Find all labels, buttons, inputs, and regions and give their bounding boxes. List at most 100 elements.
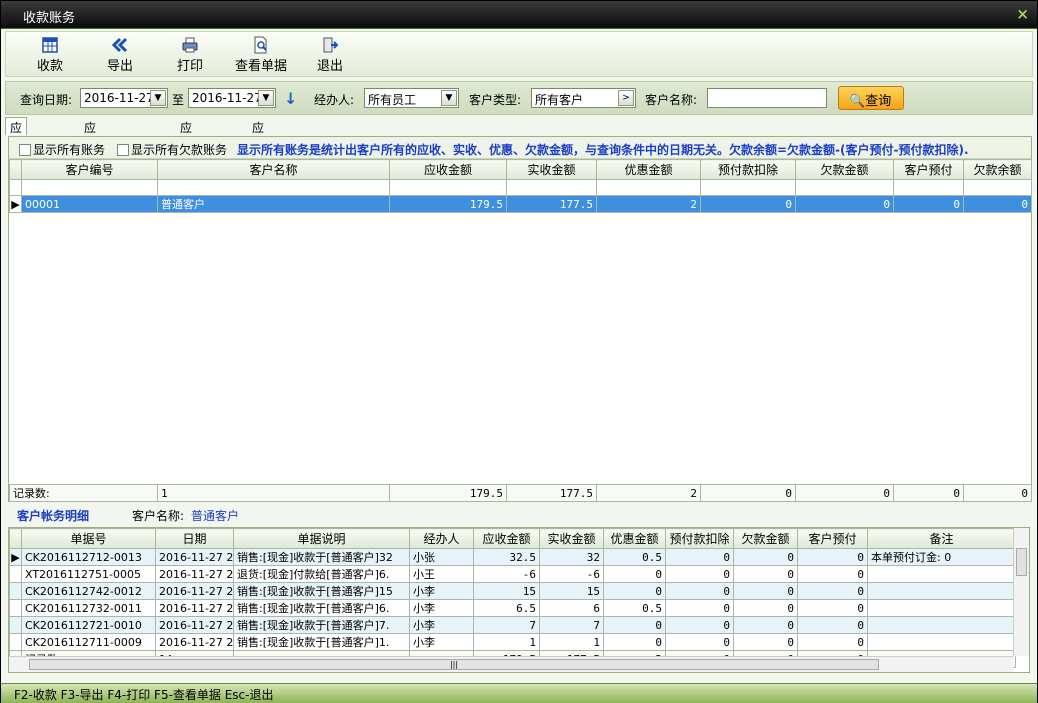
cell: 2016-11-27 20 [155, 599, 234, 617]
filter-cell[interactable] [596, 179, 701, 196]
detail-header: 客户帐务明细 客户名称: 普通客户 [8, 504, 1032, 526]
show-all-checkbox[interactable]: 显示所有账务 [19, 141, 105, 158]
col-header[interactable]: 应收金额 [389, 159, 507, 180]
cell: 179.5 [389, 195, 507, 213]
cell [867, 633, 1016, 651]
col-header[interactable]: 预付款扣除 [700, 159, 796, 180]
show-all-label: 显示所有账务 [33, 143, 106, 157]
table-row[interactable]: CK2016112732-0011 2016-11-27 20 销售:[现金]收款于… [9, 599, 1016, 617]
detail-header-row: 单据号 日期 单据说明 经办人 应收金额 实收金额 优惠金额 预付款扣除 欠款金… [9, 528, 1016, 549]
exit-button[interactable]: 退出 [297, 36, 363, 76]
scroll-thumb[interactable] [1016, 548, 1027, 576]
filter-cell[interactable] [21, 179, 158, 196]
tab-receivable-reconcile[interactable]: 应收款对账 [247, 117, 269, 203]
status-bar: F2-收款 F3-导出 F4-打印 F5-查看单据 Esc-退出 [1, 683, 1037, 703]
cell: 普通客户 [157, 195, 390, 213]
customer-name-input[interactable] [707, 88, 827, 108]
summary-header-row: 客户编号 客户名称 应收金额 实收金额 优惠金额 预付款扣除 欠款金额 客户预付… [9, 159, 1032, 180]
col-header[interactable]: 备注 [867, 528, 1016, 549]
query-button[interactable]: 🔍查询 [838, 86, 904, 110]
view-document-button[interactable]: 查看单据 [227, 36, 295, 76]
vertical-scrollbar[interactable] [1013, 528, 1029, 656]
cell: 15 [539, 582, 604, 600]
tab-receivable-detail-ledger[interactable]: 应收实收明细账 [79, 117, 101, 237]
chevron-down-icon[interactable]: ▼ [150, 90, 166, 106]
total-cell: 0 [893, 484, 964, 502]
table-row[interactable]: CK2016112721-0010 2016-11-27 20 销售:[现金]收款于… [9, 616, 1016, 634]
col-header[interactable]: 单据号 [21, 528, 156, 549]
row-indicator-header [9, 159, 22, 180]
filter-bar: 查询日期: 2016-11-27 ▼ 至 2016-11-27 ▼ ↓ 经办人:… [5, 81, 1033, 115]
horizontal-scrollbar[interactable]: ||| [9, 656, 1013, 672]
receive-button[interactable]: 收款 [17, 36, 83, 76]
cell: 0.5 [603, 599, 666, 617]
col-header[interactable]: 单据说明 [233, 528, 410, 549]
table-row[interactable]: XT2016112751-0005 2016-11-27 20 退货:[现金]付款给… [9, 565, 1016, 583]
total-cell: 0 [795, 484, 894, 502]
chevron-right-icon[interactable]: > [618, 90, 634, 106]
cell: 32.5 [473, 548, 540, 566]
date-to-picker[interactable]: 2016-11-27 ▼ [188, 88, 276, 108]
show-debt-checkbox[interactable]: 显示所有欠款账务 [117, 141, 227, 158]
filter-cell[interactable] [389, 179, 507, 196]
cell: 本单预付订金: 0 [867, 548, 1016, 566]
cell: 0 [797, 616, 868, 634]
col-header[interactable]: 实收金额 [506, 159, 597, 180]
col-header[interactable]: 客户预付 [797, 528, 868, 549]
cell: 6 [539, 599, 604, 617]
filter-cell[interactable] [700, 179, 796, 196]
down-arrow-icon[interactable]: ↓ [284, 89, 297, 108]
col-header[interactable]: 实收金额 [539, 528, 604, 549]
row-indicator [9, 633, 22, 651]
print-button[interactable]: 打印 [157, 36, 223, 76]
filter-cell[interactable] [963, 179, 1032, 196]
row-indicator [9, 582, 22, 600]
handler-select[interactable]: 所有员工 ▼ [364, 88, 459, 108]
col-header[interactable]: 经办人 [409, 528, 474, 549]
col-header[interactable]: 欠款金额 [795, 159, 894, 180]
tab-receivable-doc-detail[interactable]: 应收单明细 [175, 117, 197, 203]
cell: 销售:[现金]收款于[普通客户]15 [233, 582, 410, 600]
col-header[interactable]: 欠款余额 [963, 159, 1032, 180]
filter-cell[interactable] [506, 179, 597, 196]
cell: 小李 [409, 616, 474, 634]
col-header[interactable]: 欠款金额 [733, 528, 798, 549]
col-header[interactable]: 客户名称 [157, 159, 390, 180]
notice-text: 显示所有账务是统计出客户所有的应收、实收、优惠、欠款金额，与查询条件中的日期无关… [237, 143, 969, 157]
col-header[interactable]: 优惠金额 [596, 159, 701, 180]
cell: 15 [473, 582, 540, 600]
table-row[interactable]: CK2016112711-0009 2016-11-27 20 销售:[现金]收款于… [9, 633, 1016, 651]
chevron-down-icon[interactable]: ▼ [258, 90, 274, 106]
col-header[interactable]: 客户预付 [893, 159, 964, 180]
scroll-thumb[interactable]: ||| [29, 659, 879, 670]
date-to-value: 2016-11-27 [192, 91, 262, 105]
close-icon[interactable]: × [1016, 5, 1029, 23]
chevron-down-icon[interactable]: ▼ [441, 90, 457, 106]
table-row[interactable]: ▶ 00001 普通客户 179.5 177.5 2 0 0 0 0 [9, 195, 1032, 213]
detail-customer-label: 客户名称: [132, 509, 185, 523]
cell: 0 [733, 633, 798, 651]
cell: 0 [797, 633, 868, 651]
filter-cell[interactable] [893, 179, 964, 196]
cell: 0 [797, 548, 868, 566]
checkbox-box[interactable] [117, 144, 129, 156]
table-row[interactable]: ▶ CK2016112712-0013 2016-11-27 20 销售:[现金]收款… [9, 548, 1016, 566]
filter-cell[interactable] [157, 179, 390, 196]
customer-type-select[interactable]: 所有客户 > [531, 88, 636, 108]
cell: 销售:[现金]收款于[普通客户]7. [233, 616, 410, 634]
tab-receivable-stats[interactable]: 应收款统计 [5, 117, 28, 203]
checkbox-box[interactable] [19, 144, 31, 156]
col-header[interactable]: 预付款扣除 [665, 528, 734, 549]
filter-cell[interactable] [795, 179, 894, 196]
col-header[interactable]: 客户编号 [21, 159, 158, 180]
date-from-picker[interactable]: 2016-11-27 ▼ [80, 88, 168, 108]
cell: 2016-11-27 20 [155, 616, 234, 634]
total-cell: 0 [963, 484, 1032, 502]
title-bar: 收款账务 × [1, 1, 1037, 29]
col-header[interactable]: 日期 [155, 528, 234, 549]
col-header[interactable]: 优惠金额 [603, 528, 666, 549]
col-header[interactable]: 应收金额 [473, 528, 540, 549]
table-row[interactable]: CK2016112742-0012 2016-11-27 20 销售:[现金]收款于… [9, 582, 1016, 600]
cell: 0 [603, 565, 666, 583]
export-button[interactable]: 导出 [87, 36, 153, 76]
